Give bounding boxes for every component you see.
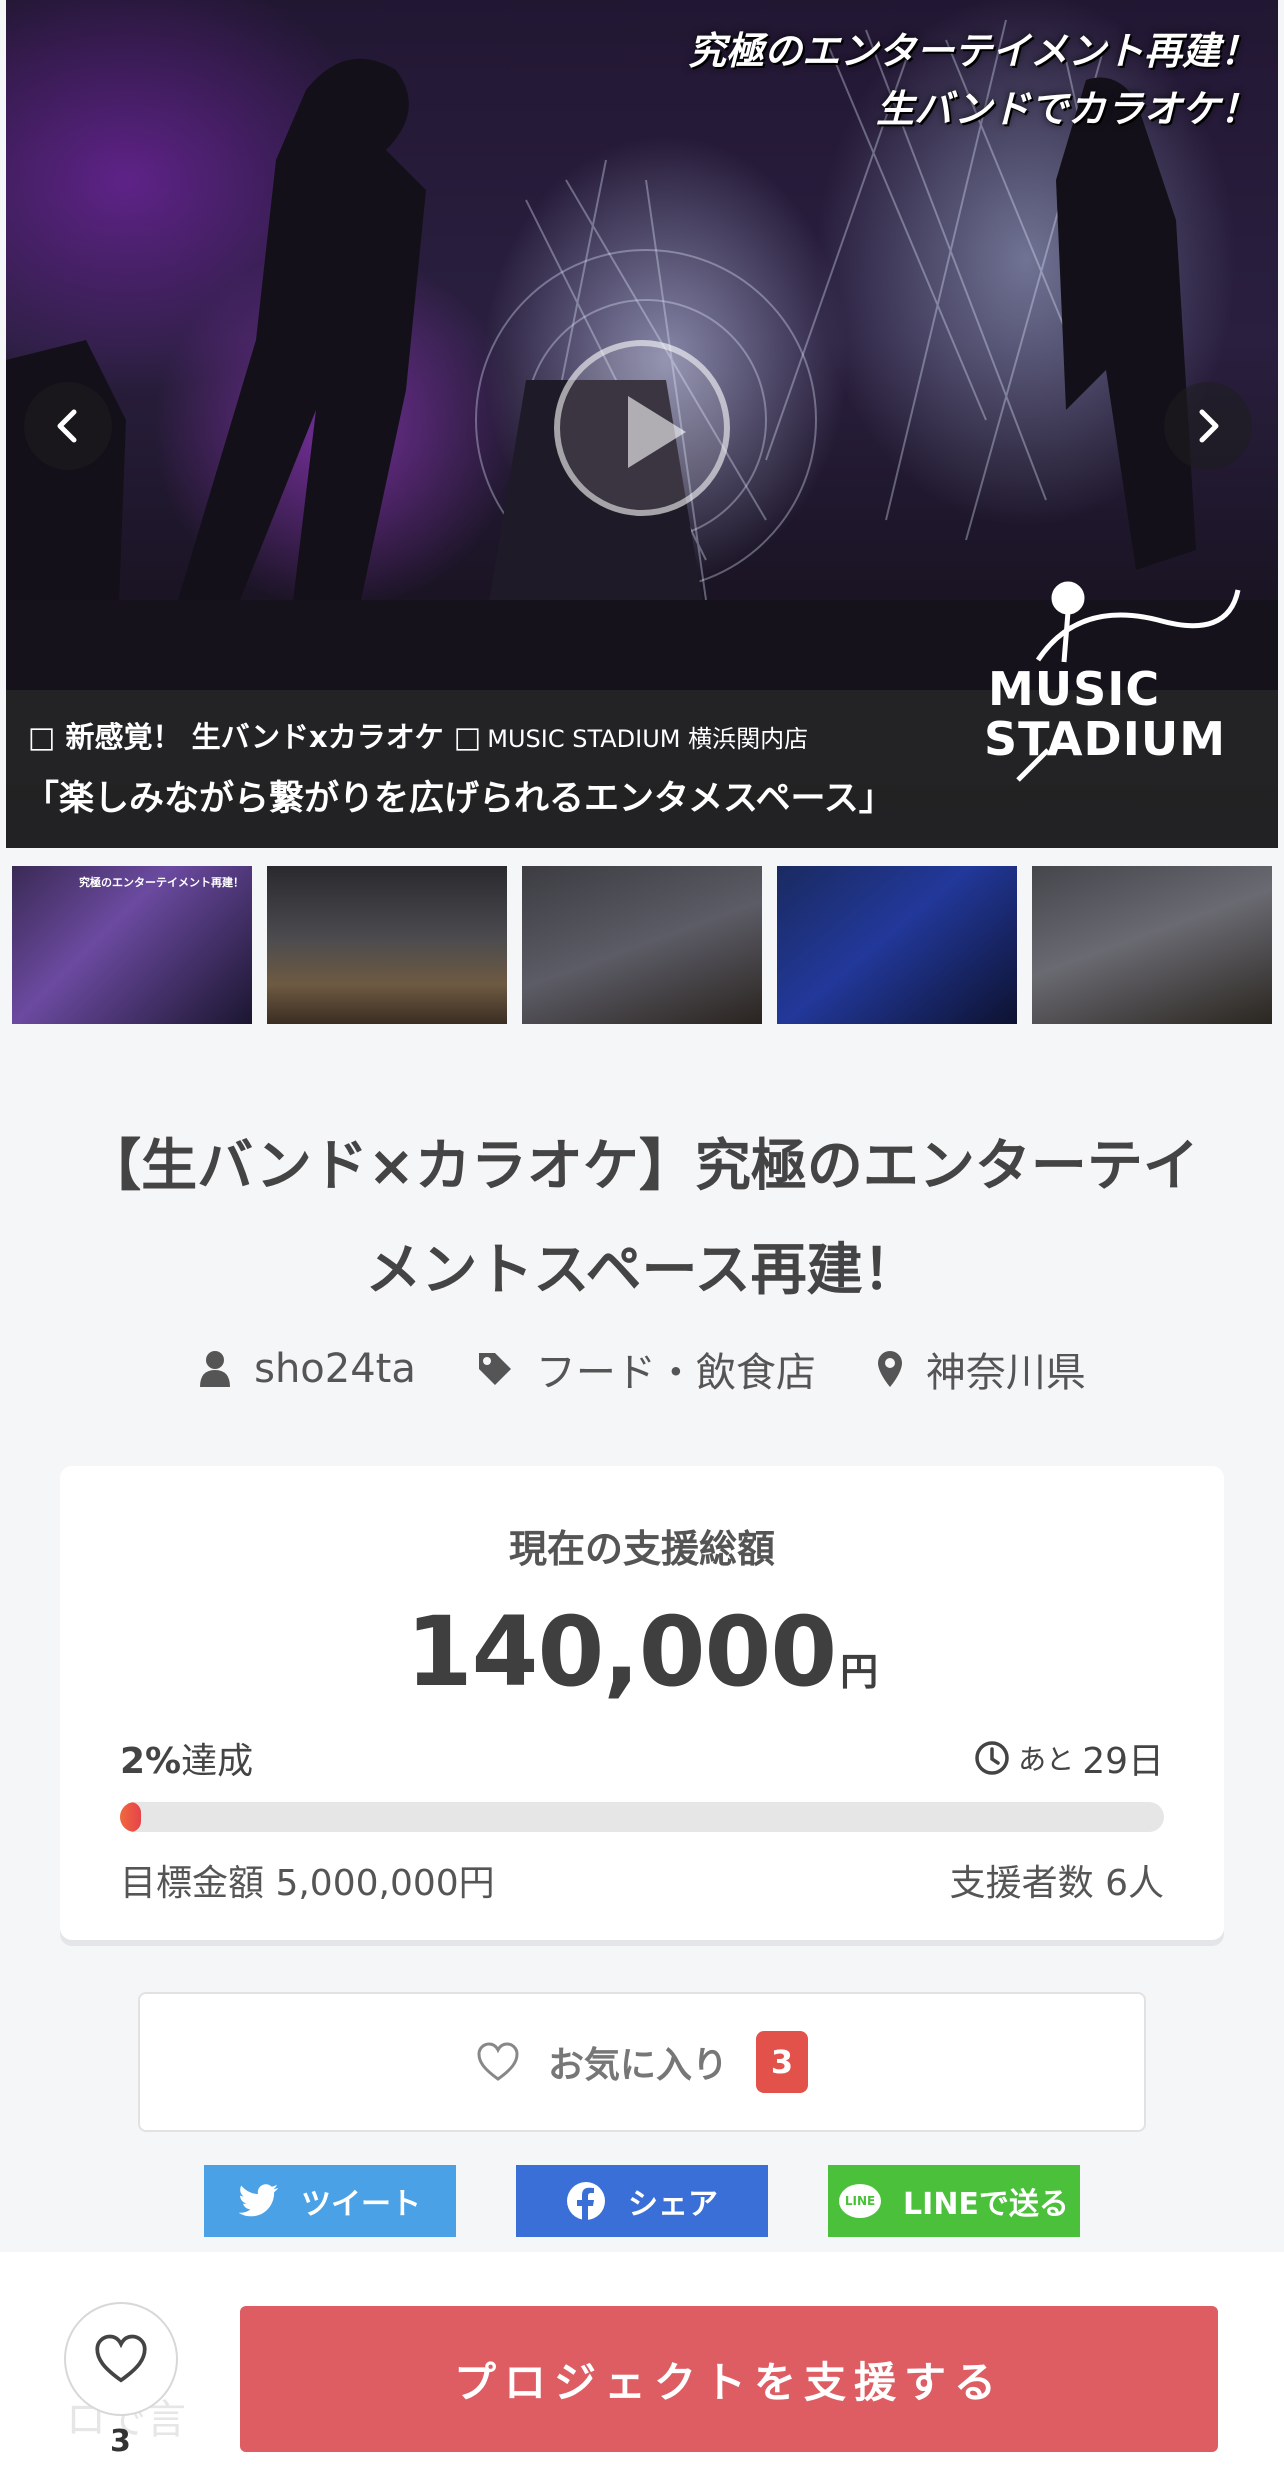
chevron-left-icon [57, 409, 77, 443]
remaining-days: あと 29日 [974, 1732, 1164, 1784]
thumbnail-1-caption: 究極のエンターテイメント再建！ [79, 876, 244, 889]
favorite-count-badge: 3 [756, 2031, 808, 2093]
owner-link[interactable]: sho24ta [198, 1346, 416, 1392]
funding-amount-unit: 円 [840, 1650, 879, 1694]
user-icon [200, 1351, 231, 1387]
play-video-button[interactable] [554, 340, 730, 516]
bottom-favorite-count: 3 [110, 2424, 131, 2459]
funding-amount: 140,000 円 [60, 1596, 1224, 1708]
thumbnail-4[interactable] [777, 866, 1017, 1024]
line-icon: LINE [839, 2184, 882, 2218]
hero-carousel[interactable]: 究極のエンターテイメント再建！ 生バンドでカラオケ！ □ 新感覚！ 生バンドxカ… [6, 0, 1278, 848]
thumbnail-2[interactable] [267, 866, 507, 1024]
tweet-button[interactable]: ツイート [204, 2165, 456, 2237]
achievement-rate: 2%達成 [120, 1732, 253, 1784]
achievement-suffix: 達成 [181, 1741, 254, 1782]
heart-outline-icon [477, 2042, 519, 2081]
facebook-icon [567, 2182, 605, 2220]
progress-bar-fill [120, 1802, 141, 1832]
play-icon [628, 396, 686, 468]
carousel-next-button[interactable] [1164, 382, 1252, 470]
project-meta: sho24ta フード・飲食店 神奈川県 [0, 1340, 1284, 1398]
facebook-share-button[interactable]: シェア [516, 2165, 768, 2237]
location-link[interactable]: 神奈川県 [876, 1340, 1086, 1398]
funding-label: 現在の支援総額 [508, 1527, 775, 1571]
heart-outline-icon [95, 2334, 147, 2383]
bottom-favorite-button[interactable] [64, 2302, 178, 2416]
line-share-button[interactable]: LINE LINEで送る [828, 2165, 1080, 2237]
thumbnail-3[interactable] [522, 866, 762, 1024]
hero-banner-line1-main: □ 新感覚！ 生バンドxカラオケ □ [28, 720, 482, 754]
funding-card: 現在の支援総額 140,000 円 2%達成 あと 29日 目標金額 5,000,0… [60, 1466, 1224, 1940]
twitter-icon [239, 2184, 279, 2217]
thumbnail-5[interactable] [1032, 866, 1272, 1024]
owner-name: sho24ta [254, 1346, 416, 1392]
logo-line2: STADIUM [984, 712, 1226, 766]
hero-caption-line2: 生バンドでカラオケ！ [876, 87, 1258, 131]
location-name: 神奈川県 [925, 1350, 1086, 1396]
hero-banner-line1-sub: MUSIC STADIUM 横浜関内店 [487, 725, 809, 753]
tweet-label: ツイート [301, 2187, 421, 2222]
music-stadium-logo: MUSIC STADIUM [978, 580, 1258, 810]
carousel-prev-button[interactable] [24, 382, 112, 470]
hero-caption-line1: 究極のエンターテイメント再建！ [687, 29, 1258, 73]
progress-bar [120, 1802, 1164, 1832]
facebook-share-label: シェア [628, 2187, 718, 2222]
logo-line1: MUSIC [988, 662, 1161, 716]
hero-banner-line2: 「楽しみながら繋がりを広げられるエンタメスペース」 [24, 779, 894, 819]
support-project-button[interactable]: プロジェクトを支援する [240, 2306, 1218, 2452]
funding-amount-value: 140,000 [405, 1596, 837, 1708]
hero-caption: 究極のエンターテイメント再建！ 生バンドでカラオケ！ [688, 22, 1258, 138]
remaining-prefix: あと [1018, 1743, 1075, 1776]
favorite-button[interactable]: お気に入り 3 [138, 1992, 1146, 2132]
backer-count: 支援者数 6人 [949, 1863, 1164, 1904]
goal-amount: 目標金額 5,000,000円 [120, 1863, 495, 1904]
chevron-right-icon [1199, 409, 1219, 443]
hero-banner-line1: □ 新感覚！ 生バンドxカラオケ □ MUSIC STADIUM 横浜関内店 [28, 714, 808, 756]
favorite-label: お気に入り [547, 2045, 728, 2086]
line-share-label: LINEで送る [903, 2187, 1069, 2222]
thumbnail-strip: 究極のエンターテイメント再建！ [12, 866, 1276, 1024]
bottom-action-bar: 8/... ロで言 3 プロジェクトを支援する [0, 2252, 1284, 2471]
category-name: フード・飲食店 [535, 1350, 816, 1396]
map-pin-icon [877, 1351, 902, 1387]
category-link[interactable]: フード・飲食店 [476, 1340, 816, 1398]
tag-icon [478, 1353, 511, 1385]
achievement-percent: 2% [120, 1741, 182, 1782]
thumbnail-1[interactable]: 究極のエンターテイメント再建！ [12, 866, 252, 1024]
remaining-value: 29日 [1082, 1741, 1164, 1782]
clock-icon [975, 1741, 1009, 1775]
project-title: 【生バンド×カラオケ】究極のエンターテイメントスペース再建！ [85, 1134, 1199, 1303]
